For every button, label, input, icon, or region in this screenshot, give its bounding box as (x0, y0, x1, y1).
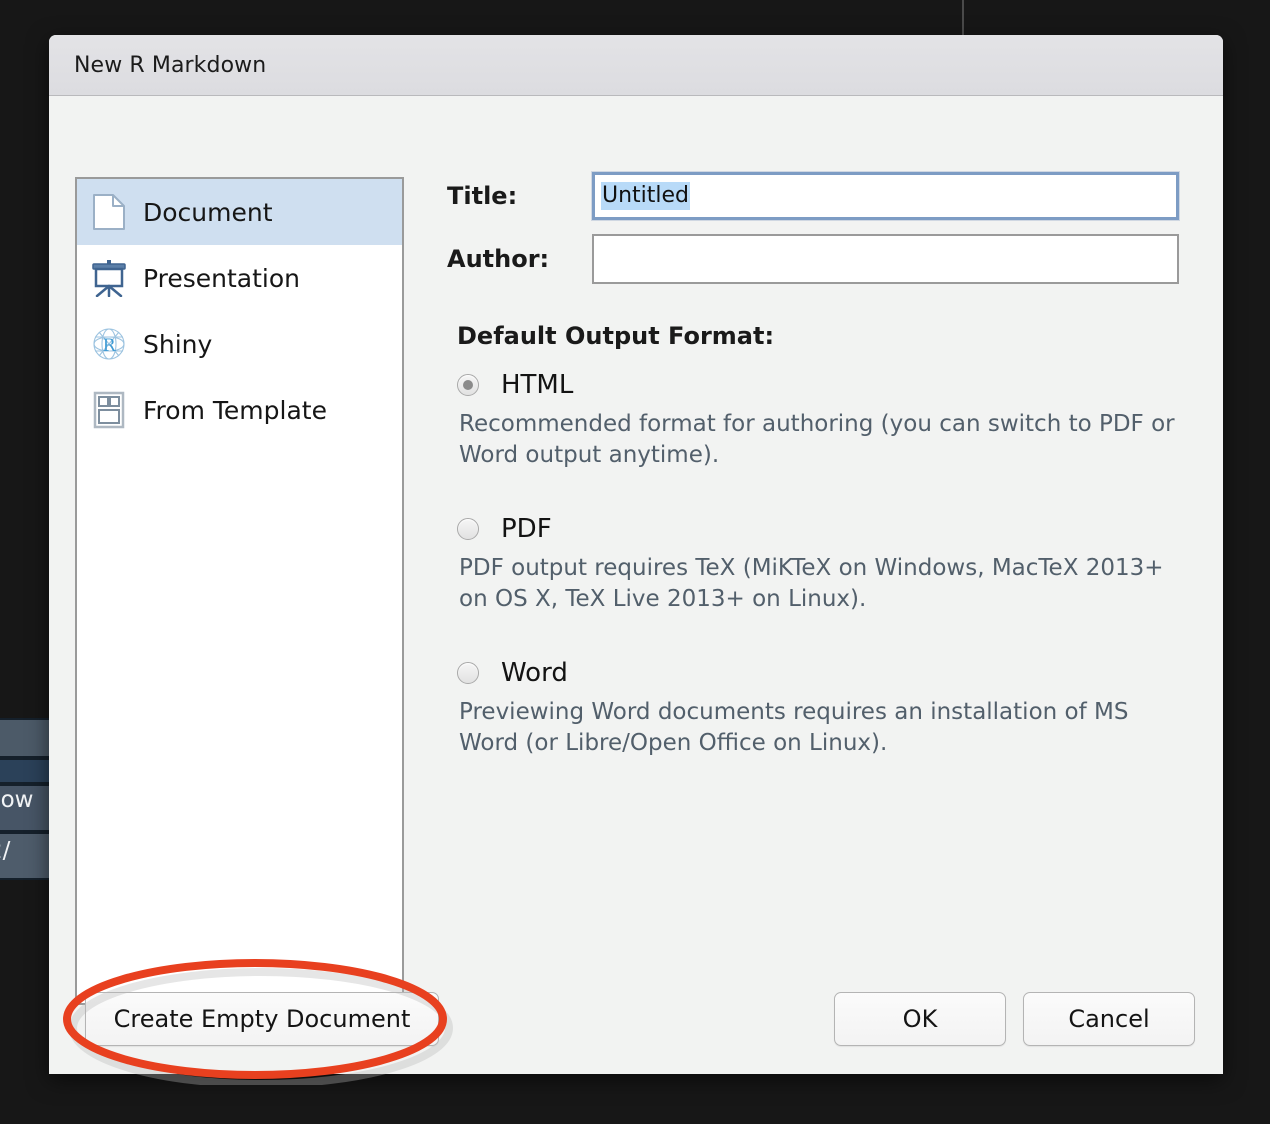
radio-pdf-description: PDF output requires TeX (MiKTeX on Windo… (459, 555, 1164, 612)
category-label: From Template (143, 395, 327, 425)
radio-html-description: Recommended format for authoring (you ca… (459, 411, 1175, 468)
document-icon (91, 193, 127, 231)
output-option-pdf[interactable]: PDF PDF output requires TeX (MiKTeX on W… (457, 514, 1179, 614)
author-label: Author: (447, 245, 550, 273)
radio-pdf[interactable] (457, 518, 479, 541)
category-item-document[interactable]: Document (77, 179, 402, 245)
title-input[interactable]: Untitled (591, 171, 1180, 221)
new-r-markdown-dialog: New R Markdown Document Presentation R S… (49, 35, 1223, 1074)
svg-text:R: R (103, 336, 117, 356)
category-list[interactable]: Document Presentation R Shiny From Templ… (75, 177, 404, 1005)
radio-word[interactable] (457, 662, 479, 685)
category-label: Shiny (143, 329, 213, 359)
title-field-row: Title: Untitled (447, 171, 1180, 221)
category-item-presentation[interactable]: Presentation (77, 245, 402, 311)
dialog-titlebar: New R Markdown (49, 35, 1223, 96)
author-field-row: Author: (447, 234, 1179, 284)
author-input[interactable] (592, 234, 1179, 284)
output-option-html[interactable]: HTML Recommended format for authoring (y… (457, 370, 1179, 470)
category-label: Document (143, 197, 273, 227)
output-format-radio-group: HTML Recommended format for authoring (y… (457, 370, 1179, 758)
dialog-body: Document Presentation R Shiny From Templ… (49, 96, 1223, 1074)
background-divider (962, 0, 964, 36)
dialog-footer: Create Empty Document OK Cancel (49, 958, 1223, 1074)
radio-html[interactable] (457, 374, 479, 396)
output-option-word[interactable]: Word Previewing Word documents requires … (457, 658, 1179, 758)
presentation-icon (91, 259, 127, 298)
shiny-globe-icon: R (91, 325, 127, 363)
radio-html-label: HTML (501, 370, 574, 400)
title-input-value: Untitled (601, 182, 691, 210)
radio-word-label: Word (501, 658, 568, 689)
category-label: Presentation (143, 263, 301, 293)
template-icon (91, 391, 127, 429)
create-empty-document-button[interactable]: Create Empty Document (85, 992, 439, 1046)
cancel-button[interactable]: Cancel (1023, 992, 1195, 1046)
ok-button[interactable]: OK (834, 992, 1006, 1046)
form-area: Title: Untitled Author: Default Output F… (447, 171, 1180, 802)
radio-pdf-label: PDF (501, 514, 552, 545)
title-label: Title: (447, 182, 518, 210)
dialog-title: New R Markdown (74, 52, 267, 78)
category-item-shiny[interactable]: R Shiny (77, 311, 402, 377)
radio-word-description: Previewing Word documents requires an in… (459, 699, 1129, 756)
output-format-heading: Default Output Format: (457, 322, 775, 350)
category-item-from-template[interactable]: From Template (77, 377, 402, 443)
